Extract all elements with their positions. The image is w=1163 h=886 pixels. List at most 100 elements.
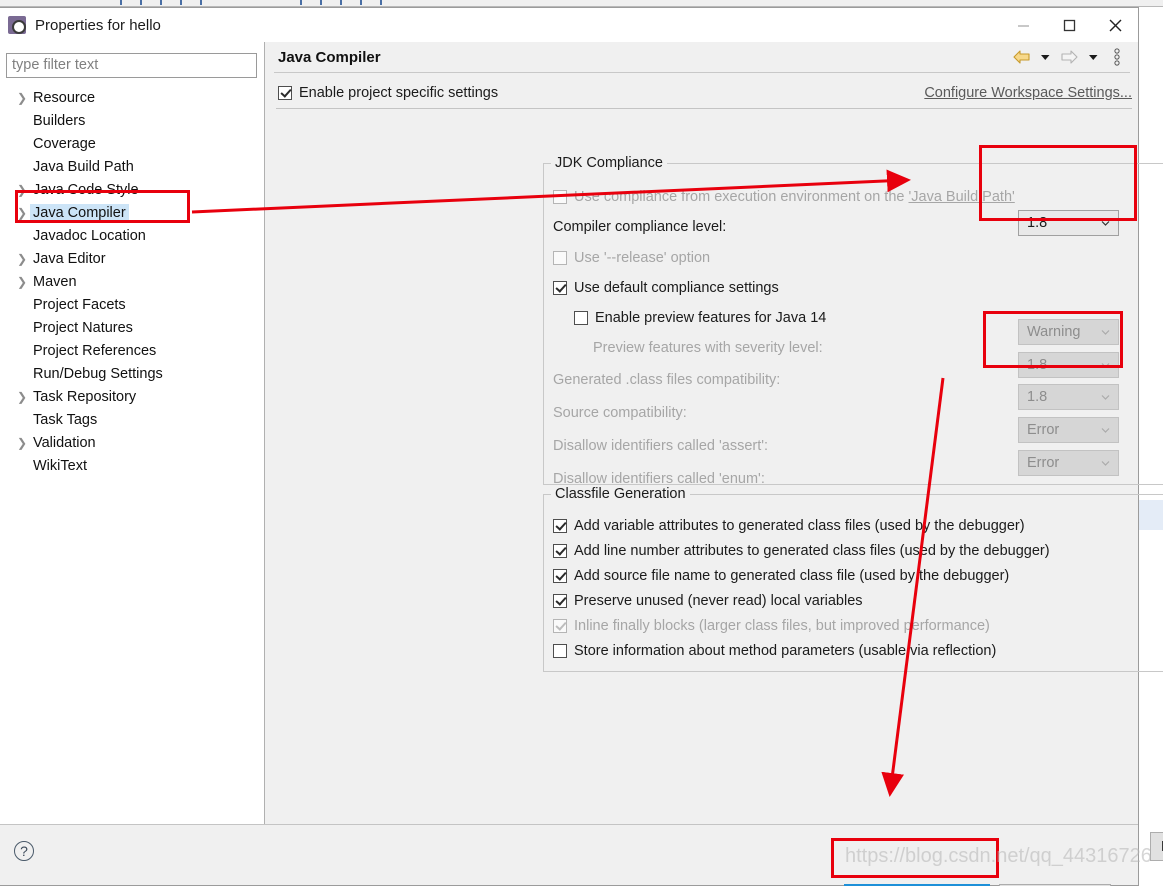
tree-item-run-debug-settings[interactable]: ❯ Run/Debug Settings xyxy=(0,362,264,385)
compiler-compliance-level-row: Compiler compliance level: xyxy=(553,216,726,238)
tree-item-task-repository[interactable]: ❯ Task Repository xyxy=(0,385,264,408)
minimize-icon[interactable] xyxy=(1000,8,1046,42)
add-source-file-name-row[interactable]: Add source file name to generated class … xyxy=(553,565,1009,587)
configure-workspace-settings-link[interactable]: Configure Workspace Settings... xyxy=(924,81,1132,105)
use-default-compliance-row[interactable]: Use default compliance settings xyxy=(553,277,779,299)
add-line-number-attributes-row[interactable]: Add line number attributes to generated … xyxy=(553,540,1050,562)
enable-preview-features-checkbox[interactable] xyxy=(574,311,588,325)
dialog-titlebar: Properties for hello xyxy=(0,8,1138,42)
use-default-compliance-checkbox[interactable] xyxy=(553,281,567,295)
close-icon[interactable] xyxy=(1092,8,1138,42)
disallow-assert-value: Error xyxy=(1027,422,1060,438)
forward-dropdown-chevron-down-icon[interactable] xyxy=(1082,45,1104,69)
vertical-dots-menu-icon[interactable] xyxy=(1106,45,1128,69)
forward-arrow-icon[interactable] xyxy=(1058,45,1080,69)
add-variable-attributes-row[interactable]: Add variable attributes to generated cla… xyxy=(553,515,1025,537)
tree-item-wikitext[interactable]: ❯ WikiText xyxy=(0,454,264,477)
chevron-right-icon[interactable]: ❯ xyxy=(14,207,30,219)
tree-item-label: Project References xyxy=(33,342,157,359)
java-compiler-page: Java Compiler Enable project specific se… xyxy=(266,42,1163,861)
disallow-enum-combo: Error xyxy=(1018,450,1119,476)
window-controls xyxy=(1000,8,1138,42)
source-compatibility-value: 1.8 xyxy=(1027,389,1048,405)
store-method-parameters-row[interactable]: Store information about method parameter… xyxy=(553,640,996,662)
restore-defaults-button[interactable]: Restore Defaults xyxy=(1150,832,1163,861)
tree-item-label: Java Code Style xyxy=(33,181,139,198)
preview-severity-label: Preview features with severity level: xyxy=(593,340,823,356)
tree-item-java-editor[interactable]: ❯ Java Editor xyxy=(0,247,264,270)
tree-item-label: Builders xyxy=(33,112,86,129)
help-question-icon[interactable]: ? xyxy=(14,841,34,861)
page-header: Java Compiler xyxy=(266,42,1138,73)
tree-item-label: Java Build Path xyxy=(33,158,134,175)
tree-item-javadoc-location[interactable]: ❯ Javadoc Location xyxy=(0,224,264,247)
tree-item-project-references[interactable]: ❯ Project References xyxy=(0,339,264,362)
tree-item-java-build-path[interactable]: ❯ Java Build Path xyxy=(0,155,264,178)
class-files-compatibility-value: 1.8 xyxy=(1027,357,1048,373)
use-release-option-label: Use '--release' option xyxy=(574,250,711,266)
add-variable-attributes-checkbox[interactable] xyxy=(553,519,567,533)
tree-item-validation[interactable]: ❯ Validation xyxy=(0,431,264,454)
preserve-unused-locals-label: Preserve unused (never read) local varia… xyxy=(574,593,863,609)
background-editor-tabstrip xyxy=(0,0,1163,7)
tree-item-java-compiler[interactable]: ❯ Java Compiler xyxy=(0,201,264,224)
tree-item-java-code-style[interactable]: ❯ Java Code Style xyxy=(0,178,264,201)
chevron-right-icon[interactable]: ❯ xyxy=(14,253,30,265)
add-line-number-attributes-checkbox[interactable] xyxy=(553,544,567,558)
tree-item-resource[interactable]: ❯ Resource xyxy=(0,86,264,109)
disallow-assert-row: Disallow identifiers called 'assert': xyxy=(553,435,768,457)
add-source-file-name-checkbox[interactable] xyxy=(553,569,567,583)
store-method-parameters-checkbox[interactable] xyxy=(553,644,567,658)
enable-project-specific-settings-checkbox[interactable] xyxy=(278,86,292,100)
use-execution-environment-label: Use compliance from execution environmen… xyxy=(574,189,1015,205)
maximize-icon[interactable] xyxy=(1046,8,1092,42)
inline-finally-blocks-label: Inline finally blocks (larger class file… xyxy=(574,618,990,634)
chevron-down-icon xyxy=(1101,221,1110,226)
class-files-compatibility-combo: 1.8 xyxy=(1018,352,1119,378)
chevron-right-icon[interactable]: ❯ xyxy=(14,92,30,104)
enable-row-divider xyxy=(276,108,1132,109)
disallow-assert-label: Disallow identifiers called 'assert': xyxy=(553,438,769,454)
back-arrow-icon[interactable] xyxy=(1010,45,1032,69)
chevron-down-icon xyxy=(1101,363,1110,368)
tree-item-label: Resource xyxy=(33,89,96,106)
disallow-assert-combo: Error xyxy=(1018,417,1119,443)
use-execution-environment-row: Use compliance from execution environmen… xyxy=(553,186,1015,208)
inline-finally-blocks-row: Inline finally blocks (larger class file… xyxy=(553,615,990,637)
page-title: Java Compiler xyxy=(278,48,381,66)
disallow-enum-label: Disallow identifiers called 'enum': xyxy=(553,471,765,487)
preserve-unused-locals-checkbox[interactable] xyxy=(553,594,567,608)
preview-severity-value: Warning xyxy=(1027,324,1081,340)
tree-item-label: Task Repository xyxy=(33,388,137,405)
chevron-right-icon[interactable]: ❯ xyxy=(14,391,30,403)
add-line-number-attributes-label: Add line number attributes to generated … xyxy=(574,543,1050,559)
disallow-enum-value: Error xyxy=(1027,455,1060,471)
preview-severity-combo: Warning xyxy=(1018,319,1119,345)
class-files-compatibility-row: Generated .class files compatibility: xyxy=(553,369,780,391)
tree-item-coverage[interactable]: ❯ Coverage xyxy=(0,132,264,155)
enable-preview-features-label: Enable preview features for Java 14 xyxy=(595,310,827,326)
classfile-generation-group-title: Classfile Generation xyxy=(551,486,690,502)
class-files-compatibility-label: Generated .class files compatibility: xyxy=(553,372,781,388)
tree-item-builders[interactable]: ❯ Builders xyxy=(0,109,264,132)
preserve-unused-locals-row[interactable]: Preserve unused (never read) local varia… xyxy=(553,590,863,612)
enable-preview-features-row[interactable]: Enable preview features for Java 14 xyxy=(574,307,826,329)
properties-dialog: Properties for hello type filter text ❯ … xyxy=(0,7,1163,886)
use-release-option-row: Use '--release' option xyxy=(553,247,710,269)
tree-item-task-tags[interactable]: ❯ Task Tags xyxy=(0,408,264,431)
tree-item-project-natures[interactable]: ❯ Project Natures xyxy=(0,316,264,339)
classfile-generation-group: Classfile Generation Add variable attrib… xyxy=(543,486,1163,672)
chevron-right-icon[interactable]: ❯ xyxy=(14,276,30,288)
chevron-down-icon xyxy=(1101,330,1110,335)
chevron-right-icon[interactable]: ❯ xyxy=(14,437,30,449)
tree-item-label: Coverage xyxy=(33,135,96,152)
source-compatibility-combo: 1.8 xyxy=(1018,384,1119,410)
tree-item-maven[interactable]: ❯ Maven xyxy=(0,270,264,293)
dialog-title: Properties for hello xyxy=(35,16,161,34)
tree-item-project-facets[interactable]: ❯ Project Facets xyxy=(0,293,264,316)
back-dropdown-chevron-down-icon[interactable] xyxy=(1034,45,1056,69)
store-method-parameters-label: Store information about method parameter… xyxy=(574,643,997,659)
filter-input[interactable]: type filter text xyxy=(6,53,257,78)
compiler-compliance-level-combo[interactable]: 1.8 xyxy=(1018,210,1119,236)
chevron-right-icon[interactable]: ❯ xyxy=(14,184,30,196)
